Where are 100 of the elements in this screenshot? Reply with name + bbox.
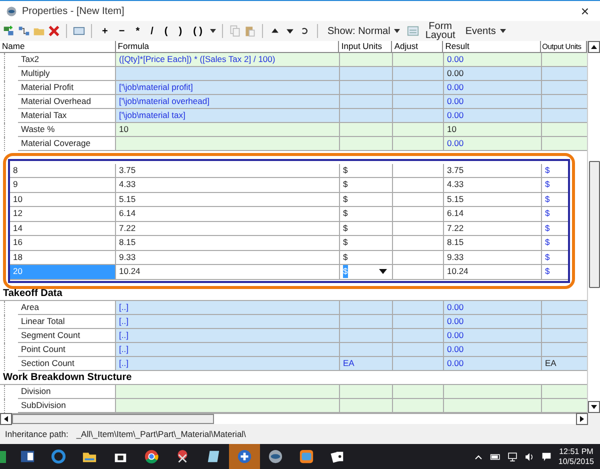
scroll-right-icon[interactable]	[576, 412, 588, 425]
size-cell: 10	[10, 192, 116, 208]
operator-button[interactable]: +	[98, 26, 112, 36]
volume-icon[interactable]	[524, 452, 536, 462]
result-cell: 0.00	[444, 342, 542, 357]
size-cell: 16	[10, 236, 116, 251]
output-units-cell: $	[542, 265, 568, 280]
result-cell: 3.75	[444, 164, 542, 178]
adjust-cell	[393, 94, 444, 109]
notification-icon[interactable]	[541, 452, 552, 462]
output-units-cell	[542, 94, 587, 109]
adjust-cell	[393, 398, 444, 413]
lookup-row[interactable]: 8 3.75 $ 3.75 $	[10, 164, 568, 178]
lookup-row[interactable]: 9 4.33 $ 4.33 $	[10, 178, 568, 193]
output-units-cell	[542, 80, 587, 95]
column-header[interactable]: Formula	[116, 40, 340, 52]
battery-icon[interactable]	[490, 452, 502, 462]
form-layout-button[interactable]: Form Layout	[422, 22, 458, 40]
formula-cell: 10	[116, 122, 340, 137]
lookup-row[interactable]: 10 5.15 $ 5.15 $	[10, 192, 568, 208]
input-units-cell	[340, 300, 393, 315]
input-units-cell	[340, 66, 393, 81]
result-cell: 9.33	[444, 250, 542, 266]
output-units-cell	[542, 136, 587, 151]
input-units-cell	[340, 342, 393, 357]
result-cell: 0.00	[444, 136, 542, 151]
formula-cell: [..]	[116, 342, 340, 357]
column-header[interactable]: Name	[0, 40, 116, 52]
scroll-up-icon[interactable]	[588, 40, 600, 53]
input-units-cell: EA	[340, 356, 393, 371]
input-units-cell	[340, 52, 393, 67]
dropdown-arrow-icon[interactable]	[379, 269, 387, 274]
plus-icon	[237, 449, 252, 464]
column-header[interactable]: Result	[443, 40, 542, 52]
output-units-cell: $	[542, 250, 568, 266]
scroll-left-icon[interactable]	[0, 412, 12, 425]
input-units-cell	[340, 94, 393, 109]
window-icon[interactable]	[73, 25, 85, 37]
result-cell: 7.22	[444, 222, 542, 236]
input-units-cell	[340, 384, 393, 399]
close-button[interactable]: ×	[570, 3, 600, 20]
size-cell: 9	[10, 178, 116, 193]
price-cell: 4.33	[116, 178, 340, 193]
window-title: Properties - [New Item]	[22, 6, 126, 17]
input-units-cell: $	[340, 178, 393, 193]
operator-button[interactable]: /	[146, 26, 158, 36]
lookup-row[interactable]: 20 10.24 $ 10.24 $	[10, 265, 568, 280]
result-cell: 10	[444, 122, 542, 137]
operator-button[interactable]: )	[174, 26, 186, 36]
adjust-cell	[393, 356, 444, 371]
adjust-cell	[393, 314, 444, 329]
form-icon	[407, 25, 420, 37]
result-cell: 6.14	[444, 207, 542, 222]
horizontal-scrollbar[interactable]	[0, 412, 588, 424]
size-cell: 12	[10, 207, 116, 222]
operator-button[interactable]: ( )	[189, 26, 207, 36]
clock[interactable]: 12:51 PM 10/5/2015	[558, 446, 594, 467]
input-units-cell	[340, 314, 393, 329]
input-units-cell	[340, 136, 393, 151]
remote-icon	[299, 449, 314, 464]
word-icon	[20, 449, 35, 464]
output-units-cell: $	[542, 236, 568, 251]
operator-button[interactable]: (	[160, 26, 172, 36]
section-header[interactable]: Work Breakdown Structure	[0, 370, 587, 385]
input-units-cell	[340, 398, 393, 413]
edge-icon	[51, 449, 66, 464]
delete-icon[interactable]	[48, 25, 60, 37]
plus-app-button[interactable]	[229, 444, 260, 469]
scissors-icon	[175, 449, 190, 464]
price-cell: 5.15	[116, 192, 340, 208]
add-item-icon[interactable]	[3, 25, 15, 37]
vertical-scrollbar[interactable]	[587, 40, 600, 413]
operator-button[interactable]: *	[132, 26, 144, 36]
input-units-cell: $	[340, 207, 393, 222]
input-units-cell: $	[340, 192, 393, 208]
events-menu[interactable]: Events	[461, 26, 510, 36]
output-units-cell	[542, 66, 587, 81]
output-units-cell: $	[542, 192, 568, 208]
operator-button[interactable]: −	[114, 26, 129, 36]
formula-cell: [..]	[116, 356, 340, 371]
price-cell: 8.15	[116, 236, 340, 251]
column-header[interactable]: Adjust	[392, 40, 444, 52]
lookup-row[interactable]: 16 8.15 $ 8.15 $	[10, 236, 568, 251]
network-icon[interactable]	[507, 452, 518, 462]
input-units-cell: $	[340, 250, 393, 266]
result-cell: 0.00	[444, 300, 542, 315]
input-units-cell	[340, 108, 393, 123]
formula-cell: [..]	[116, 300, 340, 315]
input-units-cell: $	[340, 164, 393, 178]
scroll-down-icon[interactable]	[588, 400, 600, 413]
lookup-row[interactable]: 14 7.22 $ 7.22 $	[10, 222, 568, 236]
formula-cell: [..]	[116, 314, 340, 329]
caret-icon[interactable]	[210, 29, 216, 33]
show-menu[interactable]: Show: Normal	[324, 26, 404, 36]
result-cell: 5.15	[444, 192, 542, 208]
lookup-row[interactable]: 12 6.14 $ 6.14 $	[10, 207, 568, 222]
result-cell: 8.15	[444, 236, 542, 251]
column-header[interactable]: Input Units	[339, 40, 392, 52]
result-cell: 0.00	[444, 94, 542, 109]
tree-icon[interactable]	[18, 25, 30, 37]
